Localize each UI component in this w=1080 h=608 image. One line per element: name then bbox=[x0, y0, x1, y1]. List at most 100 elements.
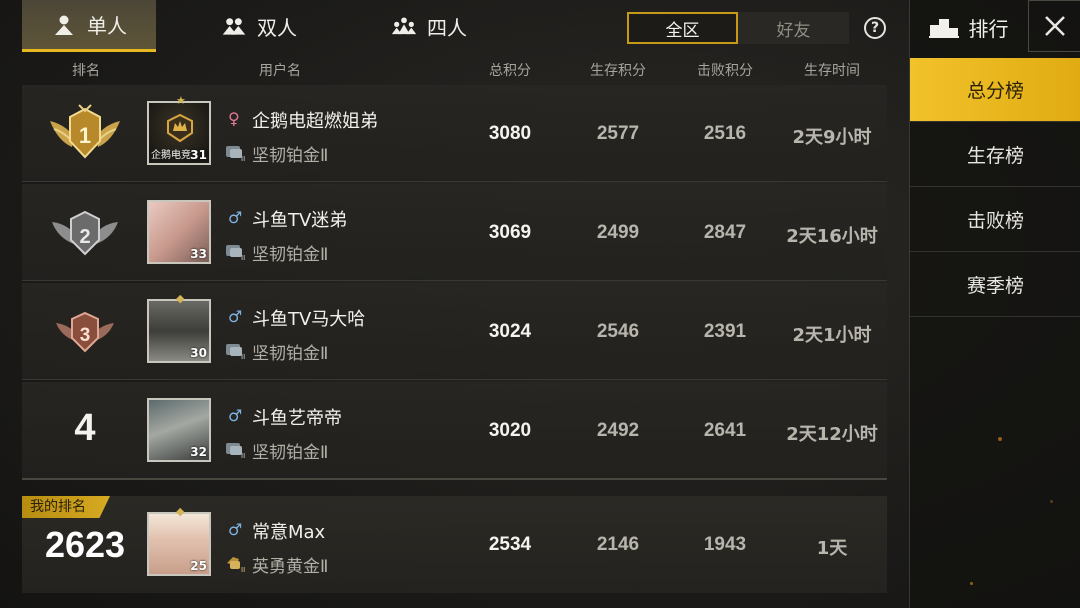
avatar-level: 30 bbox=[190, 346, 207, 360]
avatar[interactable]: ◆ 30 bbox=[147, 292, 211, 363]
avatar[interactable]: ★ 企鹅电竞 31 bbox=[147, 94, 211, 165]
region-toggle: 全区 好友 bbox=[627, 12, 849, 44]
table-row[interactable]: 3 ◆ 30 ♂ 斗鱼TV马大哈 II 坚韧铂金Ⅱ 3024 2546 2391… bbox=[22, 283, 887, 380]
username[interactable]: 常意Max bbox=[252, 518, 325, 544]
survival-time: 2天1小时 bbox=[792, 325, 872, 346]
my-rank-row[interactable]: 我的排名 2623 ◆ 25 ♂ 常意Max II 英勇黄金Ⅱ 2534 214… bbox=[22, 496, 887, 593]
kill-score: 2516 bbox=[703, 123, 747, 144]
star-icon: ◆ bbox=[176, 505, 185, 518]
sidebar-item-total[interactable]: 总分榜 bbox=[910, 58, 1080, 122]
tab-squad[interactable]: 四人 bbox=[362, 0, 496, 52]
avatar[interactable]: ◆ 25 bbox=[147, 505, 211, 576]
close-button[interactable] bbox=[1028, 0, 1080, 52]
tab-single-label: 单人 bbox=[87, 14, 127, 38]
tier-name: 英勇黄金Ⅱ bbox=[252, 557, 329, 577]
svg-text:II: II bbox=[241, 155, 245, 162]
podium-icon bbox=[928, 19, 959, 38]
tier-name: 坚韧铂金Ⅱ bbox=[252, 245, 329, 265]
region-all-button[interactable]: 全区 bbox=[627, 12, 738, 44]
ember-decoration bbox=[1050, 500, 1053, 503]
table-row[interactable]: 1 ★ 企鹅电竞 31 ♀ 企鹅电超燃姐弟 II 坚韧铂金Ⅱ 3080 2577… bbox=[22, 85, 887, 182]
survival-score: 2492 bbox=[596, 420, 640, 441]
ranking-title-label: 排行 bbox=[968, 16, 1009, 41]
username[interactable]: 斗鱼TV马大哈 bbox=[252, 305, 365, 331]
platinum-tier-icon: II bbox=[226, 245, 245, 261]
bronze-rank-badge-icon: 3 bbox=[56, 311, 114, 353]
tier-name: 坚韧铂金Ⅱ bbox=[252, 344, 329, 364]
sidebar-item-season[interactable]: 赛季榜 bbox=[910, 253, 1080, 317]
survival-score: 2146 bbox=[596, 534, 640, 555]
col-header-total: 总积分 bbox=[489, 63, 531, 79]
ranking-sidebar: 排行 总分榜 生存榜 击败榜 赛季榜 bbox=[909, 0, 1080, 608]
total-score: 3020 bbox=[488, 420, 532, 441]
gold-rank-badge-icon: 1 bbox=[50, 104, 120, 159]
avatar[interactable]: 32 bbox=[147, 398, 211, 462]
help-icon[interactable]: ? bbox=[864, 17, 886, 39]
ember-decoration bbox=[998, 437, 1002, 441]
col-header-survival: 生存积分 bbox=[590, 63, 646, 79]
svg-text:II: II bbox=[241, 452, 245, 459]
username[interactable]: 斗鱼TV迷弟 bbox=[252, 206, 347, 232]
ember-decoration bbox=[970, 582, 973, 585]
svg-text:3: 3 bbox=[80, 325, 91, 346]
tab-single[interactable]: 单人 bbox=[22, 0, 156, 52]
col-header-kill: 击败积分 bbox=[697, 63, 753, 79]
ranking-title: 排行 bbox=[910, 0, 1027, 54]
close-icon bbox=[1044, 16, 1065, 36]
sidebar-item-kill[interactable]: 击败榜 bbox=[910, 188, 1080, 252]
tier-name: 坚韧铂金Ⅱ bbox=[252, 443, 329, 463]
table-row[interactable]: 4 32 ♂ 斗鱼艺帝帝 II 坚韧铂金Ⅱ 3020 2492 2641 2天1… bbox=[22, 382, 887, 479]
divider bbox=[22, 478, 887, 480]
survival-time: 2天9小时 bbox=[792, 127, 872, 148]
platinum-tier-icon: II bbox=[226, 146, 245, 162]
username[interactable]: 企鹅电超燃姐弟 bbox=[252, 107, 378, 133]
gender-male-icon: ♂ bbox=[228, 406, 243, 425]
total-score: 3069 bbox=[488, 222, 532, 243]
total-score: 2534 bbox=[488, 534, 532, 555]
survival-score: 2577 bbox=[596, 123, 640, 144]
gold-tier-icon: II bbox=[227, 557, 245, 573]
svg-text:2: 2 bbox=[79, 226, 90, 248]
svg-text:II: II bbox=[241, 254, 245, 261]
tab-duo-label: 双人 bbox=[257, 15, 297, 40]
avatar-level: 25 bbox=[190, 559, 207, 573]
svg-text:II: II bbox=[241, 566, 245, 573]
region-friends-button[interactable]: 好友 bbox=[738, 12, 849, 44]
survival-time: 2天12小时 bbox=[786, 424, 878, 445]
platinum-tier-icon: II bbox=[226, 443, 245, 459]
survival-time: 1天 bbox=[816, 538, 848, 559]
avatar[interactable]: 33 bbox=[147, 200, 211, 264]
kill-score: 1943 bbox=[703, 534, 747, 555]
kill-score: 2847 bbox=[703, 222, 747, 243]
my-rank-label: 我的排名 bbox=[22, 496, 110, 518]
svg-text:II: II bbox=[241, 353, 245, 360]
star-icon: ◆ bbox=[176, 292, 185, 305]
rank-number: 4 bbox=[74, 407, 96, 449]
table-row[interactable]: 2 33 ♂ 斗鱼TV迷弟 II 坚韧铂金Ⅱ 3069 2499 2847 2天… bbox=[22, 184, 887, 281]
tab-squad-label: 四人 bbox=[427, 15, 467, 40]
gender-male-icon: ♂ bbox=[228, 520, 243, 539]
squad-icon bbox=[391, 15, 417, 37]
star-icon: ★ bbox=[176, 94, 186, 107]
total-score: 3024 bbox=[488, 321, 532, 342]
svg-text:1: 1 bbox=[79, 123, 91, 148]
col-header-time: 生存时间 bbox=[804, 63, 860, 79]
username[interactable]: 斗鱼艺帝帝 bbox=[252, 404, 342, 430]
total-score: 3080 bbox=[488, 123, 532, 144]
avatar-level: 31 bbox=[190, 148, 207, 162]
avatar-level: 32 bbox=[190, 445, 207, 459]
survival-time: 2天16小时 bbox=[786, 226, 878, 247]
gender-female-icon: ♀ bbox=[228, 109, 240, 128]
sidebar-item-survival[interactable]: 生存榜 bbox=[910, 123, 1080, 187]
gender-male-icon: ♂ bbox=[228, 307, 243, 326]
my-rank-number: 2623 bbox=[44, 524, 126, 565]
tab-duo[interactable]: 双人 bbox=[192, 0, 326, 52]
leaderboard-list: 1 ★ 企鹅电竞 31 ♀ 企鹅电超燃姐弟 II 坚韧铂金Ⅱ 3080 2577… bbox=[22, 85, 887, 481]
avatar-caption: 企鹅电竞 bbox=[151, 150, 191, 161]
single-player-icon bbox=[51, 14, 77, 36]
tier-name: 坚韧铂金Ⅱ bbox=[252, 146, 329, 166]
col-header-rank: 排名 bbox=[72, 63, 100, 79]
kill-score: 2641 bbox=[703, 420, 747, 441]
survival-score: 2546 bbox=[596, 321, 640, 342]
silver-rank-badge-icon: 2 bbox=[52, 210, 118, 256]
